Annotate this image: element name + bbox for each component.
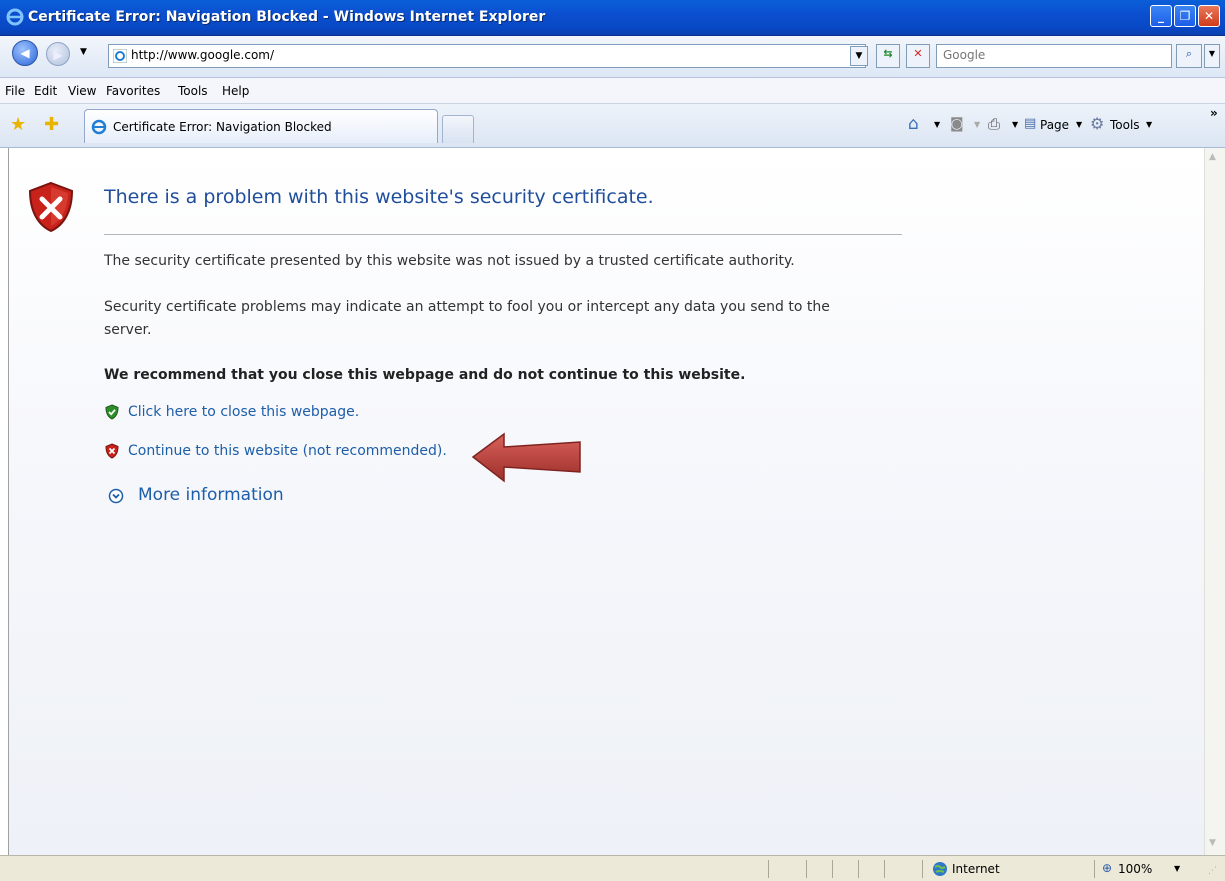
page-menu-icon: ▤	[1024, 116, 1037, 131]
heading-divider	[104, 234, 902, 235]
red-shield-icon	[105, 443, 119, 459]
feeds-icon[interactable]: ◙	[950, 116, 964, 132]
print-icon[interactable]: ⎙	[988, 115, 1000, 133]
new-tab-button[interactable]	[442, 115, 474, 143]
url-input[interactable]	[131, 48, 831, 62]
ie-logo-icon	[6, 8, 24, 26]
security-warning-text: Security certificate problems may indica…	[104, 299, 830, 338]
favorites-star-icon[interactable]: ★	[10, 114, 26, 135]
tab-certificate-error[interactable]: Certificate Error: Navigation Blocked	[84, 109, 438, 143]
page-dropdown[interactable]: ▼	[1076, 120, 1082, 129]
tab-title: Certificate Error: Navigation Blocked	[113, 120, 332, 134]
zoom-dropdown[interactable]: ▼	[1174, 864, 1180, 873]
recent-pages-dropdown[interactable]: ▼	[80, 47, 87, 57]
menu-edit[interactable]: Edit	[34, 84, 57, 98]
tab-bar: ★ ✚ Certificate Error: Navigation Blocke…	[0, 104, 1225, 148]
refresh-icon: ⇆	[883, 47, 893, 60]
forward-arrow-icon: ▶	[53, 48, 63, 62]
status-separator	[884, 860, 885, 878]
search-box[interactable]	[936, 44, 1172, 68]
window-title: Certificate Error: Navigation Blocked - …	[28, 9, 546, 25]
error-shield-icon	[28, 181, 74, 233]
page-menu-button[interactable]: Page	[1040, 118, 1069, 132]
search-button[interactable]: ⌕	[1176, 44, 1202, 68]
title-bar[interactable]: Certificate Error: Navigation Blocked - …	[0, 0, 1225, 36]
tools-dropdown[interactable]: ▼	[1146, 120, 1152, 129]
home-icon[interactable]: ⌂	[908, 114, 919, 134]
recommendation-text: We recommend that you close this webpage…	[104, 367, 746, 383]
page-heading: There is a problem with this website's s…	[104, 186, 654, 208]
address-dropdown-button[interactable]: ▼	[850, 46, 868, 66]
menu-view[interactable]: View	[68, 84, 96, 98]
address-bar[interactable]	[108, 44, 866, 68]
add-favorites-icon[interactable]: ✚	[44, 114, 59, 135]
status-bar: Internet ⊕ 100% ▼ ⋰	[0, 855, 1225, 881]
scroll-up-icon[interactable]: ▲	[1209, 152, 1216, 162]
refresh-button[interactable]: ⇆	[876, 44, 900, 68]
menu-tools[interactable]: Tools	[178, 84, 208, 98]
page-ie-icon	[113, 49, 127, 63]
annotation-arrow-icon	[471, 432, 581, 483]
zoom-icon[interactable]: ⊕	[1102, 861, 1112, 875]
minimize-button[interactable]: _	[1150, 5, 1172, 27]
expand-chevron-icon[interactable]	[108, 488, 124, 504]
menu-help[interactable]: Help	[222, 84, 249, 98]
status-separator	[922, 860, 923, 878]
feeds-dropdown[interactable]: ▼	[974, 120, 980, 129]
status-separator	[1094, 860, 1095, 878]
globe-icon	[933, 862, 947, 876]
status-separator	[832, 860, 833, 878]
search-options-dropdown[interactable]: ▼	[1204, 44, 1220, 68]
back-arrow-icon: ◀	[20, 46, 30, 60]
zoom-level[interactable]: 100%	[1118, 862, 1152, 876]
certificate-issue-text: The security certificate presented by th…	[104, 253, 795, 269]
status-separator	[768, 860, 769, 878]
security-zone-label: Internet	[952, 862, 1000, 876]
maximize-button[interactable]: ❐	[1174, 5, 1196, 27]
stop-button[interactable]: ✕	[906, 44, 930, 68]
continue-website-link[interactable]: Continue to this website (not recommende…	[128, 443, 447, 459]
forward-button[interactable]: ▶	[46, 42, 70, 66]
close-webpage-link[interactable]: Click here to close this webpage.	[128, 404, 359, 420]
scroll-down-icon[interactable]: ▼	[1209, 838, 1216, 848]
status-separator	[858, 860, 859, 878]
toolbar-overflow-button[interactable]: »	[1210, 106, 1218, 120]
close-window-button[interactable]: ✕	[1198, 5, 1220, 27]
menu-favorites[interactable]: Favorites	[106, 84, 160, 98]
more-information-link[interactable]: More information	[138, 485, 284, 505]
menu-bar: File Edit View Favorites Tools Help	[0, 78, 1225, 104]
back-button[interactable]: ◀	[12, 40, 38, 66]
magnifier-icon: ⌕	[1185, 47, 1193, 60]
resize-grip-icon[interactable]: ⋰	[1208, 866, 1217, 876]
print-dropdown[interactable]: ▼	[1012, 120, 1018, 129]
green-shield-icon	[105, 404, 119, 420]
vertical-scrollbar[interactable]: ▲ ▼	[1204, 148, 1225, 855]
search-input[interactable]	[943, 48, 1163, 62]
menu-file[interactable]: File	[5, 84, 25, 98]
gear-icon: ⚙	[1090, 114, 1105, 133]
tools-menu-button[interactable]: Tools	[1110, 118, 1140, 132]
home-dropdown[interactable]: ▼	[934, 120, 940, 129]
tab-ie-icon	[91, 119, 107, 135]
stop-icon: ✕	[913, 47, 923, 60]
status-separator	[806, 860, 807, 878]
address-toolbar: ◀ ▶ ▼ ▼ ⇆ ✕ ⌕ ▼	[0, 36, 1225, 78]
